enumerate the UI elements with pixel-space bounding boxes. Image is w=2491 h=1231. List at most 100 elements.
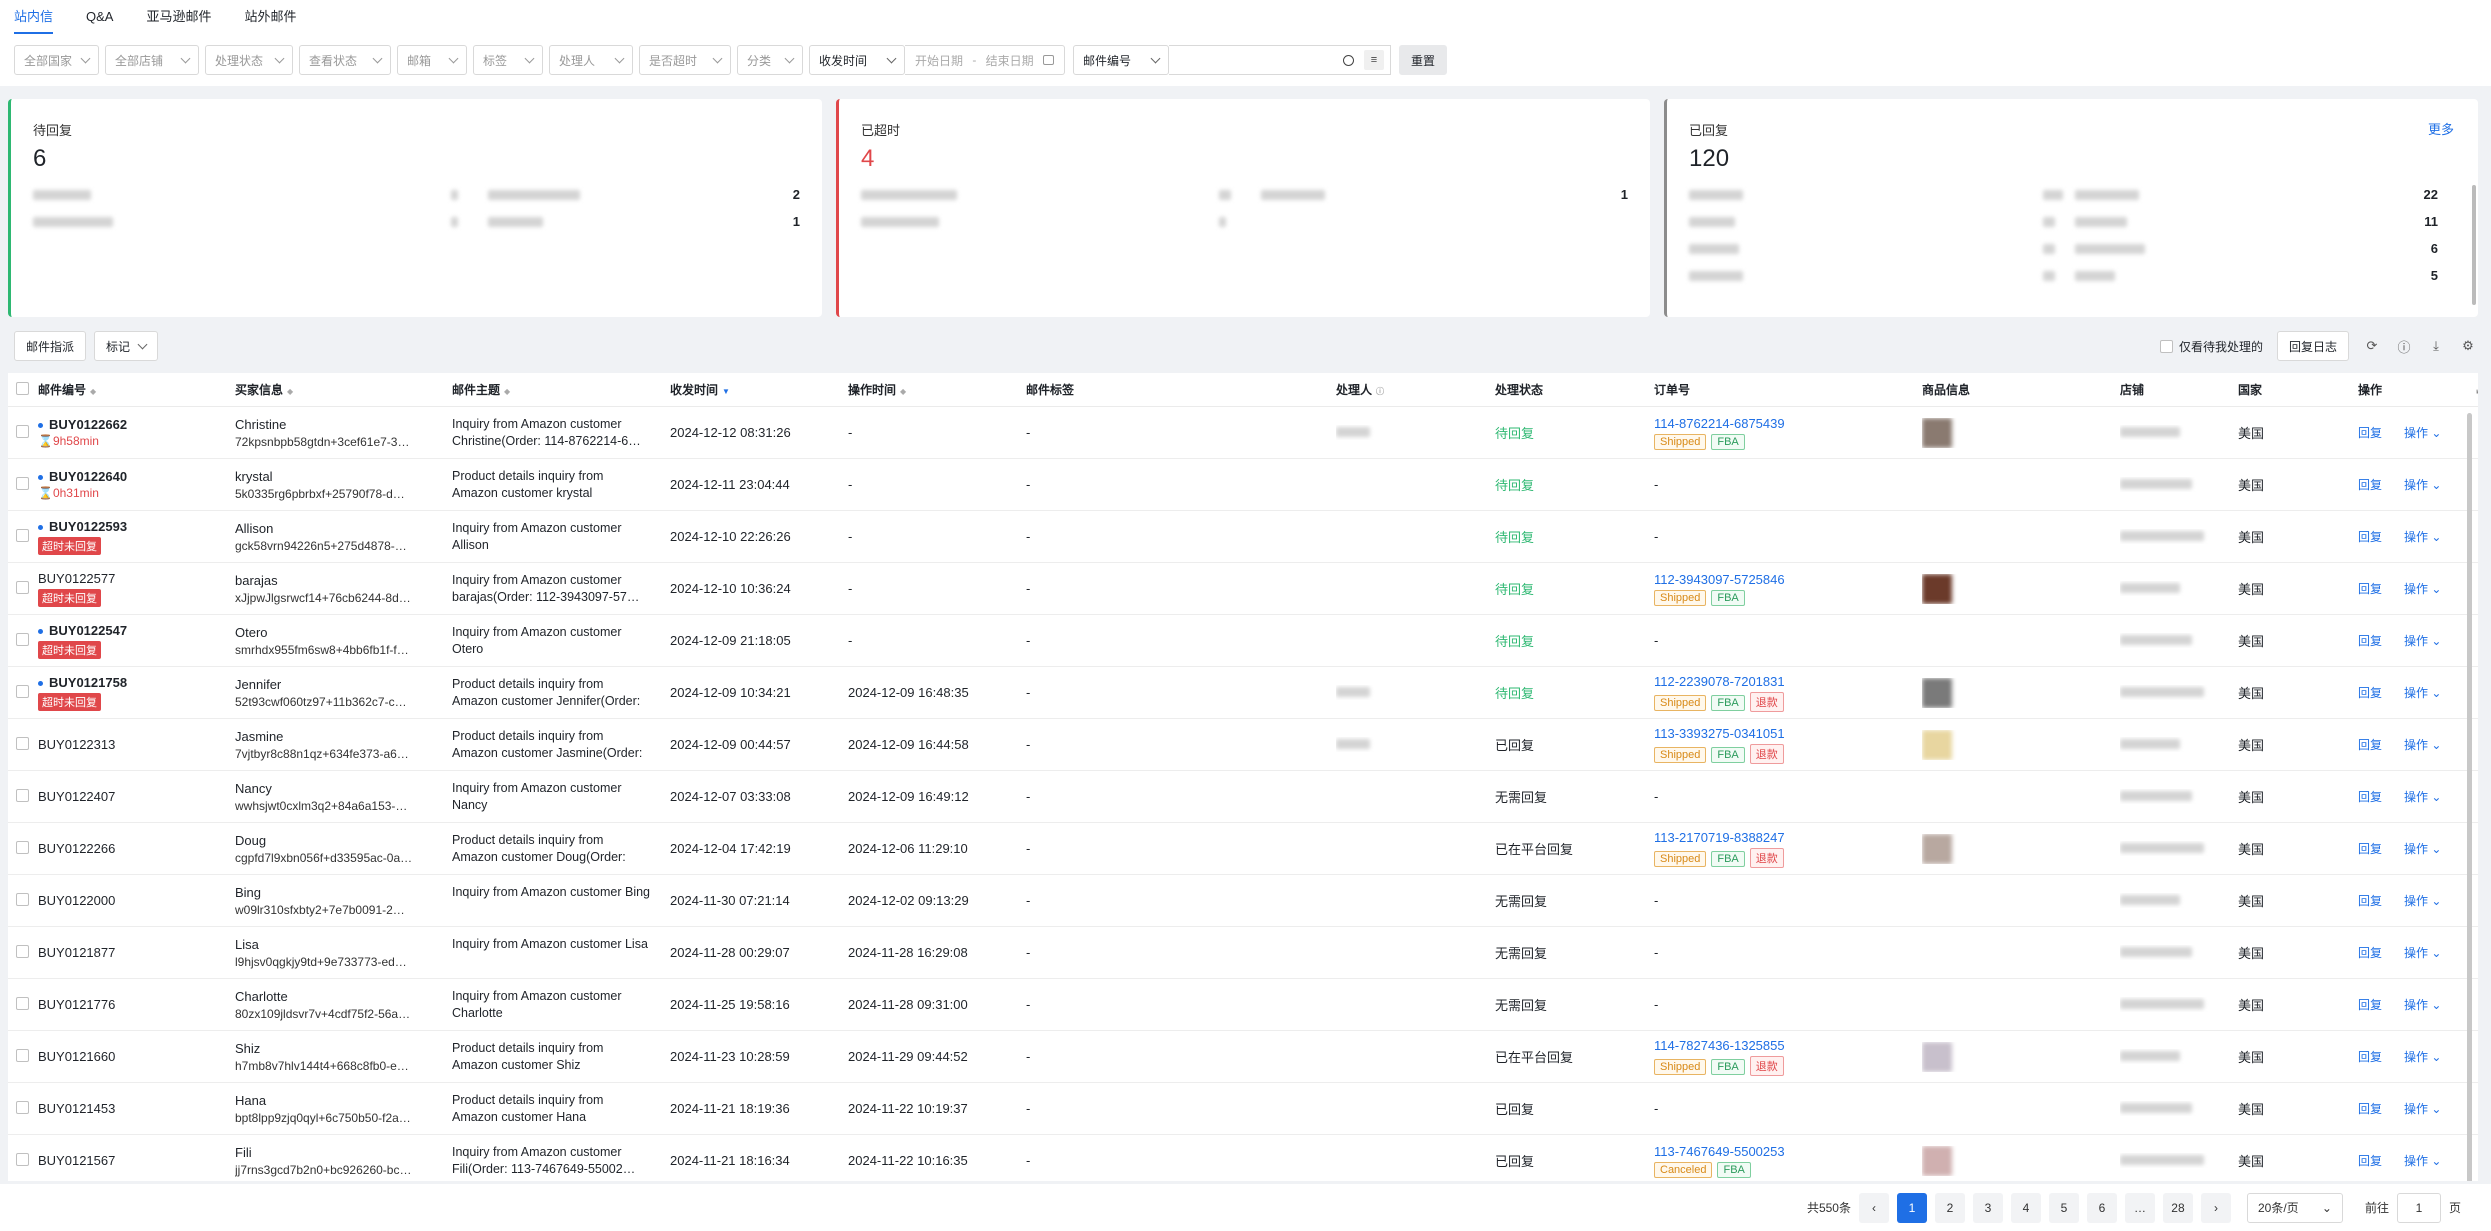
action-dropdown[interactable]: 操作 ⌄ <box>2404 684 2441 701</box>
handler-select[interactable]: 处理人 <box>549 45 633 75</box>
row-checkbox[interactable] <box>16 424 29 438</box>
action-dropdown[interactable]: 操作 ⌄ <box>2404 476 2441 493</box>
product-cell[interactable] <box>1922 1041 2120 1072</box>
subject-text[interactable]: Product details inquiry from Amazon cust… <box>452 832 652 866</box>
search-input[interactable]: ≡ <box>1169 45 1391 75</box>
table-row[interactable]: BUY0122547 超时未回复 Otero smrhdx955fm6sw8+4bb6… <box>8 615 2478 667</box>
mail-id-cell[interactable]: BUY0121567 <box>38 1153 235 1168</box>
settings-icon[interactable]: ⚙ <box>2459 337 2477 355</box>
reply-link[interactable]: 回复 <box>2358 1152 2382 1169</box>
product-cell[interactable] <box>1922 677 2120 708</box>
table-row[interactable]: BUY0121567 Fili jj7rns3gcd7b2n0+bc926260-b… <box>8 1135 2478 1181</box>
subject-cell[interactable]: Product details inquiry from Amazon cust… <box>452 676 670 710</box>
subject-text[interactable]: Product details inquiry from Amazon cust… <box>452 468 652 502</box>
subject-text[interactable]: Inquiry from Amazon customer Allison <box>452 520 652 554</box>
goto-input[interactable]: 1 <box>2396 1192 2441 1223</box>
table-scrollbar[interactable] <box>2467 413 2472 1181</box>
reply-link[interactable]: 回复 <box>2358 892 2382 909</box>
tab-2[interactable]: 亚马逊邮件 <box>146 0 211 34</box>
mail-id[interactable]: BUY0122313 <box>38 737 235 752</box>
subject-cell[interactable]: Inquiry from Amazon customer Otero <box>452 624 670 658</box>
mail-id-cell[interactable]: BUY0122593 超时未回复 <box>38 519 235 555</box>
reply-link[interactable]: 回复 <box>2358 788 2382 805</box>
time-type-select[interactable]: 收发时间 <box>809 45 905 75</box>
subject-text[interactable]: Product details inquiry from Amazon cust… <box>452 1040 652 1074</box>
label-select[interactable]: 标签 <box>473 45 543 75</box>
tab-3[interactable]: 站外邮件 <box>245 0 297 34</box>
page-size-select[interactable]: 20条/页 ⌄ <box>2246 1192 2343 1223</box>
expand-icon[interactable]: ⤢ <box>2476 382 2478 397</box>
reply-link[interactable]: 回复 <box>2358 632 2382 649</box>
reply-link[interactable]: 回复 <box>2358 736 2382 753</box>
mail-id[interactable]: BUY0122577 <box>38 571 235 586</box>
product-thumbnail[interactable] <box>1922 1041 1952 1072</box>
tab-1[interactable]: Q&A <box>86 0 113 34</box>
product-cell[interactable] <box>1922 417 2120 448</box>
row-checkbox-cell[interactable] <box>8 632 38 649</box>
mail-id-cell[interactable]: BUY0122547 超时未回复 <box>38 623 235 659</box>
product-thumbnail[interactable] <box>1922 833 1952 864</box>
subject-cell[interactable]: Inquiry from Amazon customer Charlotte <box>452 988 670 1022</box>
col-header-1[interactable]: 买家信息 ◆ <box>235 381 452 398</box>
mail-id-cell[interactable]: BUY0122640 ⌛0h31min <box>38 469 235 500</box>
subject-cell[interactable]: Product details inquiry from Amazon cust… <box>452 1092 670 1126</box>
subject-text[interactable]: Inquiry from Amazon customer Nancy <box>452 780 652 814</box>
product-cell[interactable] <box>1922 833 2120 864</box>
action-dropdown[interactable]: 操作 ⌄ <box>2404 1152 2441 1169</box>
mail-id[interactable]: BUY0122000 <box>38 893 235 908</box>
download-icon[interactable]: ⤓ <box>2427 337 2445 355</box>
table-row[interactable]: BUY0121877 Lisa l9hjsv0qgkjy9td+9e733773-e… <box>8 927 2478 979</box>
row-checkbox-cell[interactable] <box>8 1152 38 1169</box>
row-checkbox-cell[interactable] <box>8 788 38 805</box>
product-thumbnail[interactable] <box>1922 729 1952 760</box>
col-header-4[interactable]: 操作时间 ◆ <box>848 381 1026 398</box>
page-2[interactable]: 2 <box>1934 1192 1965 1223</box>
replied-card[interactable]: 已回复 更多 120 22 11 6 5 <box>1664 99 2478 317</box>
row-checkbox[interactable] <box>16 580 29 594</box>
row-checkbox-cell[interactable] <box>8 840 38 857</box>
action-dropdown[interactable]: 操作 ⌄ <box>2404 528 2441 545</box>
subject-cell[interactable]: Inquiry from Amazon customer Nancy <box>452 780 670 814</box>
reply-link[interactable]: 回复 <box>2358 684 2382 701</box>
help-icon[interactable]: ⓘ <box>2395 337 2413 355</box>
subject-text[interactable]: Product details inquiry from Amazon cust… <box>452 676 652 710</box>
subject-text[interactable]: Inquiry from Amazon customer Christine(O… <box>452 416 652 450</box>
subject-cell[interactable]: Inquiry from Amazon customer Christine(O… <box>452 416 670 450</box>
refresh-icon[interactable]: ⟳ <box>2363 337 2381 355</box>
only-mine-checkbox[interactable]: 仅看待我处理的 <box>2159 338 2263 355</box>
page-1[interactable]: 1 <box>1896 1192 1927 1223</box>
subject-cell[interactable]: Inquiry from Amazon customer barajas(Ord… <box>452 572 670 606</box>
order-link[interactable]: 112-2239078-7201831 <box>1654 674 1922 689</box>
page-28[interactable]: 28 <box>2162 1192 2193 1223</box>
sort-icon[interactable]: ▼ <box>722 387 730 396</box>
table-row[interactable]: BUY0122407 Nancy wwhsjwt0cxlm3q2+84a6a153-… <box>8 771 2478 823</box>
subject-text[interactable]: Inquiry from Amazon customer Otero <box>452 624 652 658</box>
row-checkbox[interactable] <box>16 736 29 750</box>
mail-id[interactable]: BUY0121758 <box>38 675 235 690</box>
mail-id-cell[interactable]: BUY0121660 <box>38 1049 235 1064</box>
subject-cell[interactable]: Inquiry from Amazon customer Allison <box>452 520 670 554</box>
row-checkbox-cell[interactable] <box>8 736 38 753</box>
action-dropdown[interactable]: 操作 ⌄ <box>2404 892 2441 909</box>
order-link[interactable]: 113-2170719-8388247 <box>1654 830 1922 845</box>
country-select[interactable]: 全部国家 <box>14 45 99 75</box>
subject-cell[interactable]: Product details inquiry from Amazon cust… <box>452 468 670 502</box>
page-6[interactable]: 6 <box>2086 1192 2117 1223</box>
row-checkbox[interactable] <box>16 476 29 490</box>
mark-button[interactable]: 标记 <box>94 331 159 361</box>
row-checkbox[interactable] <box>16 1048 29 1062</box>
table-row[interactable]: BUY0121453 Hana bpt8lpp9zjq0qyl+6c750b50-f… <box>8 1083 2478 1135</box>
card-scrollbar[interactable] <box>2472 185 2476 305</box>
store-select[interactable]: 全部店铺 <box>105 45 199 75</box>
page-…[interactable]: … <box>2124 1192 2155 1223</box>
order-link[interactable]: 114-8762214-6875439 <box>1654 416 1922 431</box>
table-row[interactable]: BUY0122640 ⌛0h31min krystal 5k0335rg6pbrbxf… <box>8 459 2478 511</box>
row-checkbox-cell[interactable] <box>8 684 38 701</box>
action-dropdown[interactable]: 操作 ⌄ <box>2404 424 2441 441</box>
table-row[interactable]: BUY0122266 Doug cgpfd7l9xbn056f+d33595ac-0… <box>8 823 2478 875</box>
row-checkbox-cell[interactable] <box>8 528 38 545</box>
table-row[interactable]: BUY0122313 Jasmine 7vjtbyr8c88n1qz+634fe37… <box>8 719 2478 771</box>
process-status-select[interactable]: 处理状态 <box>205 45 293 75</box>
subject-text[interactable]: Inquiry from Amazon customer Charlotte <box>452 988 652 1022</box>
action-dropdown[interactable]: 操作 ⌄ <box>2404 632 2441 649</box>
